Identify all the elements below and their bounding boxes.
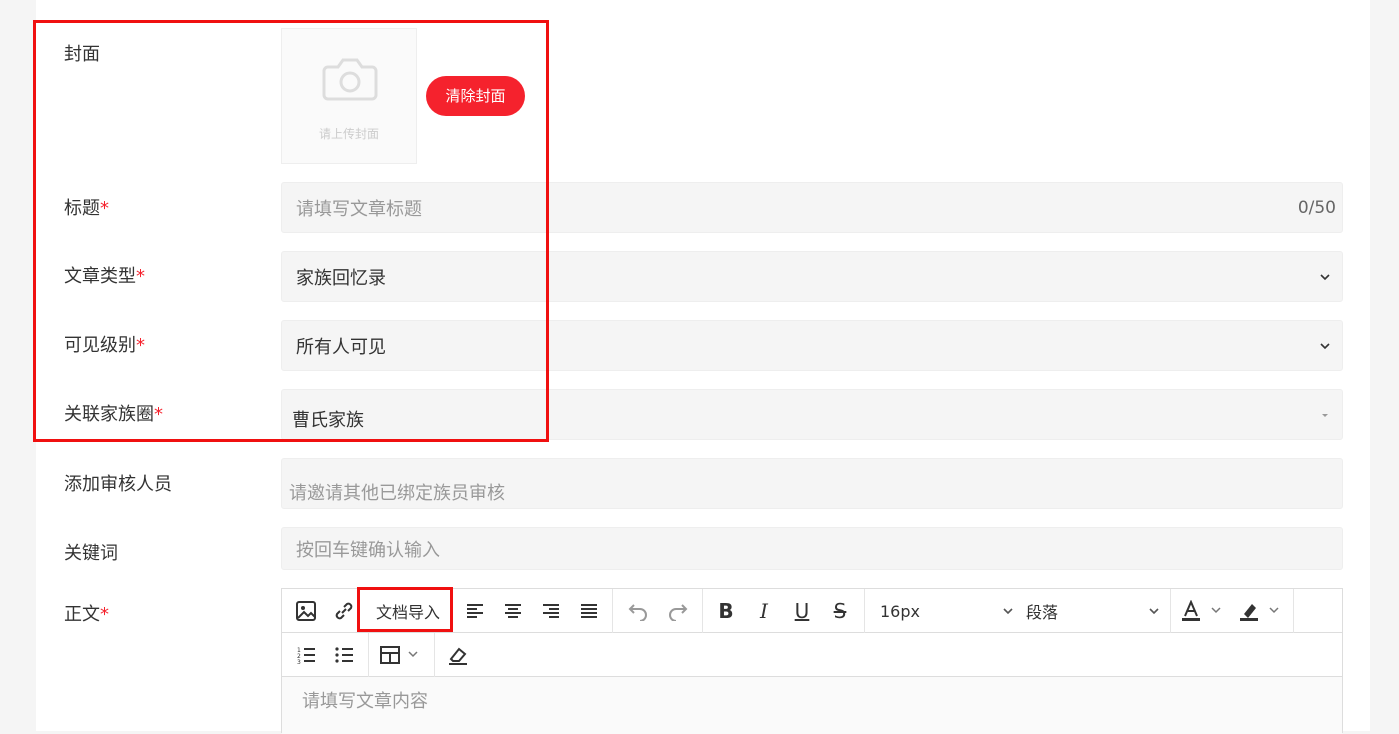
- ordered-list-icon[interactable]: 123: [288, 633, 324, 677]
- redo-icon[interactable]: [660, 589, 696, 633]
- eraser-icon[interactable]: [440, 633, 476, 677]
- title-placeholder: 请填写文章标题: [296, 198, 422, 220]
- toolbar-divider: [434, 633, 435, 677]
- article-type-value: 家族回忆录: [296, 267, 386, 289]
- article-form: 封面 请上传封面 清除封面 标题* 请填写文章标题 0/50 文章类型* 家族回…: [36, 0, 1370, 734]
- table-icon[interactable]: [376, 633, 426, 677]
- toolbar-divider: [1293, 589, 1294, 633]
- camera-icon: [322, 58, 378, 101]
- align-right-icon[interactable]: [534, 589, 568, 633]
- visibility-select[interactable]: 所有人可见: [281, 320, 1343, 371]
- paragraph-select[interactable]: 段落: [1026, 589, 1161, 633]
- highlight-color-icon[interactable]: [1236, 589, 1286, 633]
- underline-icon[interactable]: U: [784, 589, 820, 633]
- title-label: 标题*: [64, 198, 109, 219]
- font-size-value: 16px: [880, 601, 920, 621]
- article-type-select[interactable]: 家族回忆录: [281, 251, 1343, 302]
- chevron-down-icon: [1320, 273, 1330, 280]
- family-circle-label: 关联家族圈*: [64, 404, 163, 425]
- cover-label: 封面: [64, 44, 100, 65]
- family-circle-select[interactable]: 曹氏家族: [281, 389, 1343, 440]
- doc-import-button[interactable]: 文档导入: [364, 589, 452, 633]
- align-center-icon[interactable]: [496, 589, 530, 633]
- insert-image-icon[interactable]: [288, 589, 324, 633]
- italic-icon[interactable]: I: [746, 589, 782, 633]
- clear-cover-button[interactable]: 清除封面: [426, 76, 525, 116]
- bold-icon[interactable]: B: [708, 589, 744, 633]
- caret-down-icon: [1322, 413, 1328, 417]
- family-circle-value: 曹氏家族: [292, 410, 364, 432]
- font-color-icon[interactable]: [1178, 589, 1228, 633]
- visibility-value: 所有人可见: [296, 336, 386, 358]
- paragraph-value: 段落: [1026, 603, 1059, 622]
- rich-text-editor: 文档导入 B I U S 16px 段落 1 2 3 请填写文章内容: [281, 588, 1343, 734]
- editor-toolbar-row-2: 123: [282, 633, 1342, 677]
- reviewers-input[interactable]: 请邀请其他已绑定族员审核: [281, 458, 1343, 509]
- title-input[interactable]: 请填写文章标题 0/50: [281, 182, 1343, 233]
- title-char-counter: 0/50: [1297, 197, 1336, 218]
- toolbar-divider: [702, 589, 703, 633]
- reviewers-placeholder: 请邀请其他已绑定族员审核: [289, 483, 505, 504]
- reviewers-label: 添加审核人员: [64, 474, 172, 495]
- align-justify-icon[interactable]: [572, 589, 606, 633]
- keywords-label: 关键词: [64, 543, 118, 564]
- upload-hint: 请上传封面: [318, 127, 379, 141]
- toolbar-divider: [612, 589, 613, 633]
- keywords-placeholder: 按回车键确认输入: [296, 539, 440, 561]
- toolbar-divider: [368, 633, 369, 677]
- toolbar-divider: [1170, 589, 1171, 633]
- chevron-down-icon: [1003, 608, 1013, 615]
- keywords-input[interactable]: 按回车键确认输入: [281, 527, 1343, 570]
- font-size-select[interactable]: 16px: [880, 589, 1015, 633]
- editor-content-area[interactable]: 请填写文章内容: [282, 677, 1342, 734]
- chevron-down-icon: [1149, 608, 1159, 615]
- bullet-list-icon[interactable]: [326, 633, 362, 677]
- align-left-icon[interactable]: [458, 589, 492, 633]
- editor-toolbar-row-1: 文档导入 B I U S 16px 段落: [282, 589, 1342, 633]
- insert-link-icon[interactable]: [326, 589, 362, 633]
- undo-icon[interactable]: [620, 589, 656, 633]
- visibility-label: 可见级别*: [64, 335, 145, 356]
- body-label: 正文*: [64, 604, 109, 625]
- toolbar-divider: [864, 589, 865, 633]
- editor-placeholder: 请填写文章内容: [302, 691, 428, 712]
- svg-text:3: 3: [297, 659, 301, 665]
- strikethrough-icon[interactable]: S: [822, 589, 858, 633]
- cover-upload[interactable]: 请上传封面: [281, 28, 417, 164]
- chevron-down-icon: [1320, 342, 1330, 349]
- article-type-label: 文章类型*: [64, 266, 145, 287]
